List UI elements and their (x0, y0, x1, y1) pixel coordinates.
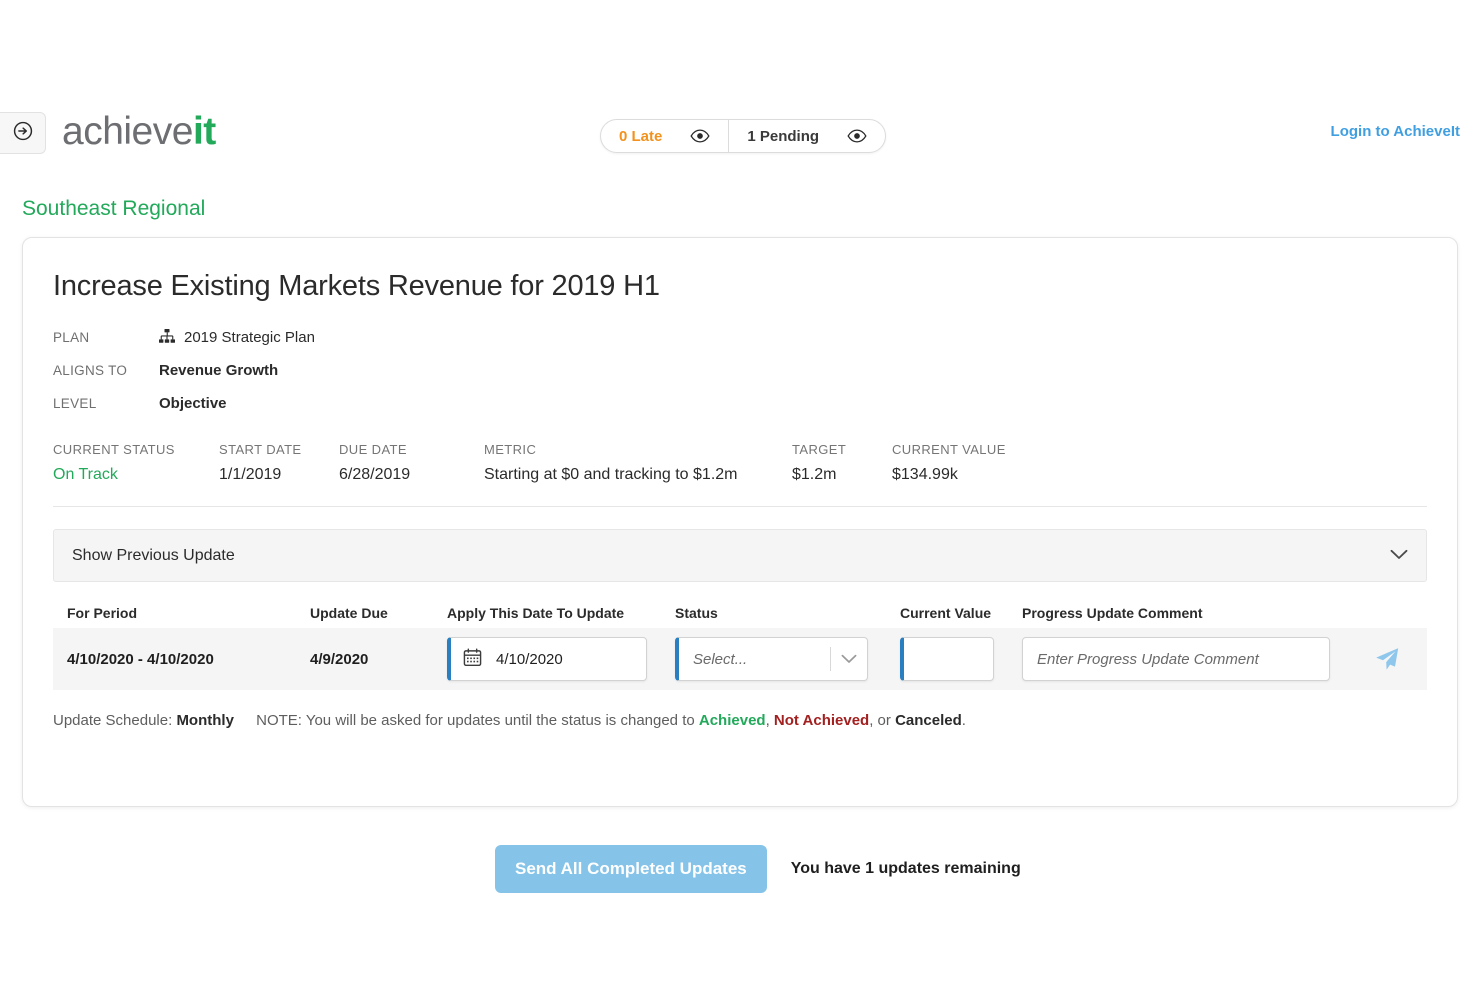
meta-row-plan: PLAN (53, 321, 1427, 354)
app-logo: achieveit (62, 104, 216, 160)
stat-label-due-date: DUE DATE (339, 442, 484, 457)
page-title: Increase Existing Markets Revenue for 20… (53, 238, 1427, 303)
meta-key-plan: PLAN (53, 330, 159, 345)
chevron-down-icon[interactable] (1390, 547, 1408, 565)
progress-comment-field[interactable] (1022, 637, 1330, 681)
update-table-header: For Period Update Due Apply This Date To… (53, 598, 1427, 628)
update-table: For Period Update Due Apply This Date To… (53, 598, 1427, 690)
cell-progress-comment (1022, 637, 1352, 681)
late-pill-label: 0 Late (619, 128, 662, 145)
goal-stats-row: CURRENT STATUS On Track START DATE 1/1/2… (53, 442, 1427, 507)
cell-send (1352, 646, 1422, 672)
cell-for-period: 4/10/2020 - 4/10/2020 (53, 651, 310, 668)
meta-key-level: LEVEL (53, 396, 159, 411)
stat-label-current-status: CURRENT STATUS (53, 442, 219, 457)
column-header-current-value: Current Value (900, 605, 1022, 621)
stat-value-start-date: 1/1/2019 (219, 466, 339, 484)
apply-date-input[interactable] (496, 651, 634, 668)
show-previous-update-toggle[interactable]: Show Previous Update (53, 529, 1427, 582)
arrow-circle-right-icon (12, 120, 34, 147)
cell-update-due: 4/9/2020 (310, 651, 447, 668)
meta-row-aligns-to: ALIGNS TO Revenue Growth (53, 354, 1427, 387)
updates-remaining-text: You have 1 updates remaining (791, 860, 1021, 878)
late-pill[interactable]: 0 Late (601, 120, 728, 152)
login-link[interactable]: Login to AchieveIt (1331, 104, 1460, 160)
eye-icon[interactable] (847, 129, 867, 143)
send-paper-plane-icon[interactable] (1374, 646, 1400, 672)
back-button[interactable] (0, 112, 46, 154)
note-separator-2: , or (869, 712, 895, 729)
stat-due-date: DUE DATE 6/28/2019 (339, 442, 484, 484)
column-header-update-due: Update Due (310, 605, 447, 621)
stat-value-current-value: $134.99k (892, 466, 1072, 484)
meta-value-plan-text: 2019 Strategic Plan (184, 329, 315, 346)
stat-value-metric: Starting at $0 and tracking to $1.2m (484, 466, 792, 484)
note-suffix: . (962, 712, 966, 729)
page-root: achieveit 0 Late 1 Pending (0, 0, 1480, 987)
stat-label-current-value: CURRENT VALUE (892, 442, 1072, 457)
note-body: NOTE: You will be asked for updates unti… (256, 712, 966, 729)
stat-metric: METRIC Starting at $0 and tracking to $1… (484, 442, 792, 484)
footer-actions: Send All Completed Updates You have 1 up… (0, 845, 1480, 893)
chevron-down-icon[interactable] (841, 651, 857, 668)
show-previous-update-label: Show Previous Update (72, 547, 235, 565)
note-status-achieved: Achieved (699, 712, 766, 729)
app-header: achieveit 0 Late 1 Pending (0, 104, 1480, 162)
status-select-placeholder: Select... (693, 651, 747, 668)
meta-key-aligns-to: ALIGNS TO (53, 363, 159, 378)
goal-meta-list: PLAN (53, 321, 1427, 420)
note-status-not-achieved: Not Achieved (774, 712, 869, 729)
cell-apply-date (447, 637, 675, 681)
note-prefix: NOTE: You will be asked for updates unti… (256, 712, 699, 729)
sitemap-icon (159, 329, 175, 347)
current-value-input[interactable] (904, 651, 993, 668)
update-schedule-value: Monthly (176, 712, 234, 729)
stat-start-date: START DATE 1/1/2019 (219, 442, 339, 484)
stat-current-value: CURRENT VALUE $134.99k (892, 442, 1072, 484)
table-row: 4/10/2020 - 4/10/2020 4/9/2020 (53, 628, 1427, 690)
meta-value-plan: 2019 Strategic Plan (159, 329, 315, 347)
note-separator-1: , (766, 712, 774, 729)
stat-value-target: $1.2m (792, 466, 892, 484)
status-select[interactable]: Select... (675, 637, 868, 681)
note-status-canceled: Canceled (895, 712, 962, 729)
stat-label-start-date: START DATE (219, 442, 339, 457)
send-all-completed-updates-button[interactable]: Send All Completed Updates (495, 845, 767, 893)
logo-text-accent: it (193, 110, 216, 153)
update-schedule-label: Update Schedule: (53, 712, 172, 729)
logo-text-primary: achieve (62, 110, 193, 153)
pending-pill[interactable]: 1 Pending (728, 120, 885, 152)
column-header-status: Status (675, 605, 900, 621)
meta-row-level: LEVEL Objective (53, 387, 1427, 420)
current-value-field[interactable] (900, 637, 994, 681)
eye-icon[interactable] (690, 129, 710, 143)
stat-value-current-status: On Track (53, 466, 219, 484)
stat-label-target: TARGET (792, 442, 892, 457)
status-pill-group: 0 Late 1 Pending (600, 119, 886, 153)
pending-pill-label: 1 Pending (747, 128, 819, 145)
goal-card: Increase Existing Markets Revenue for 20… (22, 237, 1458, 807)
stat-label-metric: METRIC (484, 442, 792, 457)
update-note: Update Schedule: Monthly NOTE: You will … (53, 712, 1427, 729)
stat-value-due-date: 6/28/2019 (339, 466, 484, 484)
column-header-for-period: For Period (53, 605, 310, 621)
stat-target: TARGET $1.2m (792, 442, 892, 484)
meta-value-level: Objective (159, 395, 227, 412)
apply-date-field[interactable] (447, 637, 647, 681)
meta-value-aligns-to: Revenue Growth (159, 362, 278, 379)
calendar-icon[interactable] (463, 648, 482, 671)
progress-comment-input[interactable] (1037, 651, 1329, 668)
cell-current-value (900, 637, 1022, 681)
column-header-apply-date: Apply This Date To Update (447, 605, 675, 621)
select-divider (830, 647, 831, 671)
stat-current-status: CURRENT STATUS On Track (53, 442, 219, 484)
column-header-progress-comment: Progress Update Comment (1022, 605, 1352, 621)
organization-label: Southeast Regional (22, 197, 205, 221)
status-select-caret[interactable] (830, 646, 867, 672)
cell-status: Select... (675, 637, 900, 681)
